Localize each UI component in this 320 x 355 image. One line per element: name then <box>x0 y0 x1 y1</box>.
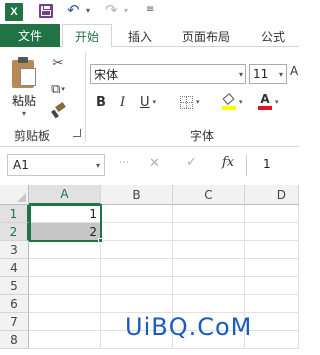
cell-c3[interactable] <box>173 241 245 259</box>
cell-b4[interactable] <box>101 259 173 277</box>
cell-c4[interactable] <box>173 259 245 277</box>
cancel-icon[interactable]: ✕ <box>149 156 160 171</box>
font-name-select[interactable]: 宋体 ▾ <box>90 64 246 84</box>
column-header-d[interactable]: D <box>245 185 299 205</box>
quick-access-toolbar: X ↶ ▾ ↷ ▾ ≡ <box>0 0 299 24</box>
formula-input[interactable]: 1 <box>263 157 271 171</box>
row-header-6[interactable]: 6 <box>0 295 29 313</box>
cell-b3[interactable] <box>101 241 173 259</box>
font-size-select[interactable]: 11 ▾ <box>249 64 287 84</box>
row-header-5[interactable]: 5 <box>0 277 29 295</box>
tab-file[interactable]: 文件 <box>0 24 60 47</box>
cell-a8[interactable] <box>29 331 101 349</box>
name-box-value: A1 <box>13 158 29 172</box>
underline-letter: U <box>140 94 150 110</box>
group-divider <box>85 53 86 141</box>
paste-button[interactable]: 粘贴 <box>12 92 36 109</box>
undo-icon[interactable]: ↶ <box>67 1 80 19</box>
fill-handle[interactable] <box>98 238 103 243</box>
tab-insert[interactable]: 插入 <box>118 24 162 48</box>
cell-b2[interactable] <box>101 223 173 241</box>
font-group-label: 字体 <box>190 129 215 143</box>
cell-d6[interactable] <box>245 295 299 313</box>
cell-b5[interactable] <box>101 277 173 295</box>
tab-formulas[interactable]: 公式 <box>250 24 296 48</box>
cell-a2[interactable]: 2 <box>29 223 101 241</box>
cell-a5[interactable] <box>29 277 101 295</box>
font-name-value: 宋体 <box>94 67 119 82</box>
borders-button[interactable]: ▾ <box>180 93 200 111</box>
clipboard-group-label: 剪贴板 <box>14 129 51 143</box>
ribbon-tabs: 文件 开始 插入 页面布局 公式 <box>0 24 299 48</box>
excel-icon: X <box>5 3 23 21</box>
cell-d1[interactable] <box>245 205 299 223</box>
save-icon[interactable] <box>39 4 53 18</box>
cell-d2[interactable] <box>245 223 299 241</box>
column-header-a[interactable]: A <box>29 185 101 205</box>
format-painter-icon[interactable] <box>51 101 66 119</box>
row-header-7[interactable]: 7 <box>0 313 29 331</box>
customize-qat-icon[interactable]: ≡ <box>146 4 154 15</box>
underline-button[interactable]: U ▾ <box>140 93 156 111</box>
font-color-button[interactable]: A ▾ <box>258 93 279 111</box>
cell-a1[interactable]: 1 <box>29 205 101 223</box>
row-header-4[interactable]: 4 <box>0 259 29 277</box>
scissors-icon[interactable]: ✂ <box>50 55 66 71</box>
clipboard-launcher-icon[interactable] <box>73 129 81 137</box>
insert-function-icon[interactable]: fx <box>222 155 234 170</box>
name-box[interactable]: A1 ▾ <box>7 154 105 176</box>
cell-a3[interactable] <box>29 241 101 259</box>
enter-icon[interactable]: ✓ <box>186 155 197 170</box>
tab-home[interactable]: 开始 <box>62 24 112 48</box>
chevron-down-icon[interactable]: ▾ <box>239 70 243 79</box>
redo-icon[interactable]: ↷ <box>105 1 118 19</box>
paste-dropdown-icon[interactable]: ▾ <box>22 109 26 118</box>
formula-divider <box>246 154 247 176</box>
undo-dropdown-icon[interactable]: ▾ <box>86 6 90 15</box>
cell-d7[interactable] <box>245 313 299 331</box>
ribbon: 粘贴 ▾ ✂ ⧉ ▾ 剪贴板 宋体 ▾ 11 ▾ A B I U ▾ ▾ ▾ A ▾ … <box>0 47 299 147</box>
fill-color-icon <box>222 93 236 110</box>
borders-icon <box>180 95 193 109</box>
row-header-3[interactable]: 3 <box>0 241 29 259</box>
cell-c2[interactable] <box>173 223 245 241</box>
italic-button[interactable]: I <box>120 93 125 111</box>
increase-font-size-icon[interactable]: A <box>290 64 298 78</box>
fill-color-button[interactable]: ▾ <box>222 93 243 111</box>
cell-b1[interactable] <box>101 205 173 223</box>
cell-a4[interactable] <box>29 259 101 277</box>
bold-button[interactable]: B <box>96 93 106 111</box>
watermark: UiBQ.CoM <box>125 313 253 341</box>
cell-d4[interactable] <box>245 259 299 277</box>
cell-d5[interactable] <box>245 277 299 295</box>
formula-bar: A1 ▾ ⋮ ✕ ✓ fx 1 <box>0 147 299 185</box>
cell-c1[interactable] <box>173 205 245 223</box>
row-header-8[interactable]: 8 <box>0 331 29 349</box>
column-header-b[interactable]: B <box>101 185 173 205</box>
cell-d8[interactable] <box>245 331 299 349</box>
redo-dropdown-icon[interactable]: ▾ <box>124 6 128 15</box>
cell-c6[interactable] <box>173 295 245 313</box>
select-all-button[interactable] <box>0 185 29 205</box>
font-color-icon: A <box>258 93 272 110</box>
cell-a6[interactable] <box>29 295 101 313</box>
copy-icon[interactable]: ⧉ ▾ <box>50 81 66 97</box>
cell-d3[interactable] <box>245 241 299 259</box>
paste-icon[interactable] <box>12 57 38 89</box>
cell-c5[interactable] <box>173 277 245 295</box>
cell-b6[interactable] <box>101 295 173 313</box>
cell-a7[interactable] <box>29 313 101 331</box>
row-header-2[interactable]: 2 <box>0 223 29 241</box>
chevron-down-icon[interactable]: ▾ <box>279 70 283 79</box>
formula-bar-splitter[interactable]: ⋮ <box>118 157 129 166</box>
font-size-value: 11 <box>253 67 269 81</box>
tab-page-layout[interactable]: 页面布局 <box>172 24 240 48</box>
row-header-1[interactable]: 1 <box>0 205 29 223</box>
chevron-down-icon[interactable]: ▾ <box>96 161 100 170</box>
column-header-c[interactable]: C <box>173 185 245 205</box>
